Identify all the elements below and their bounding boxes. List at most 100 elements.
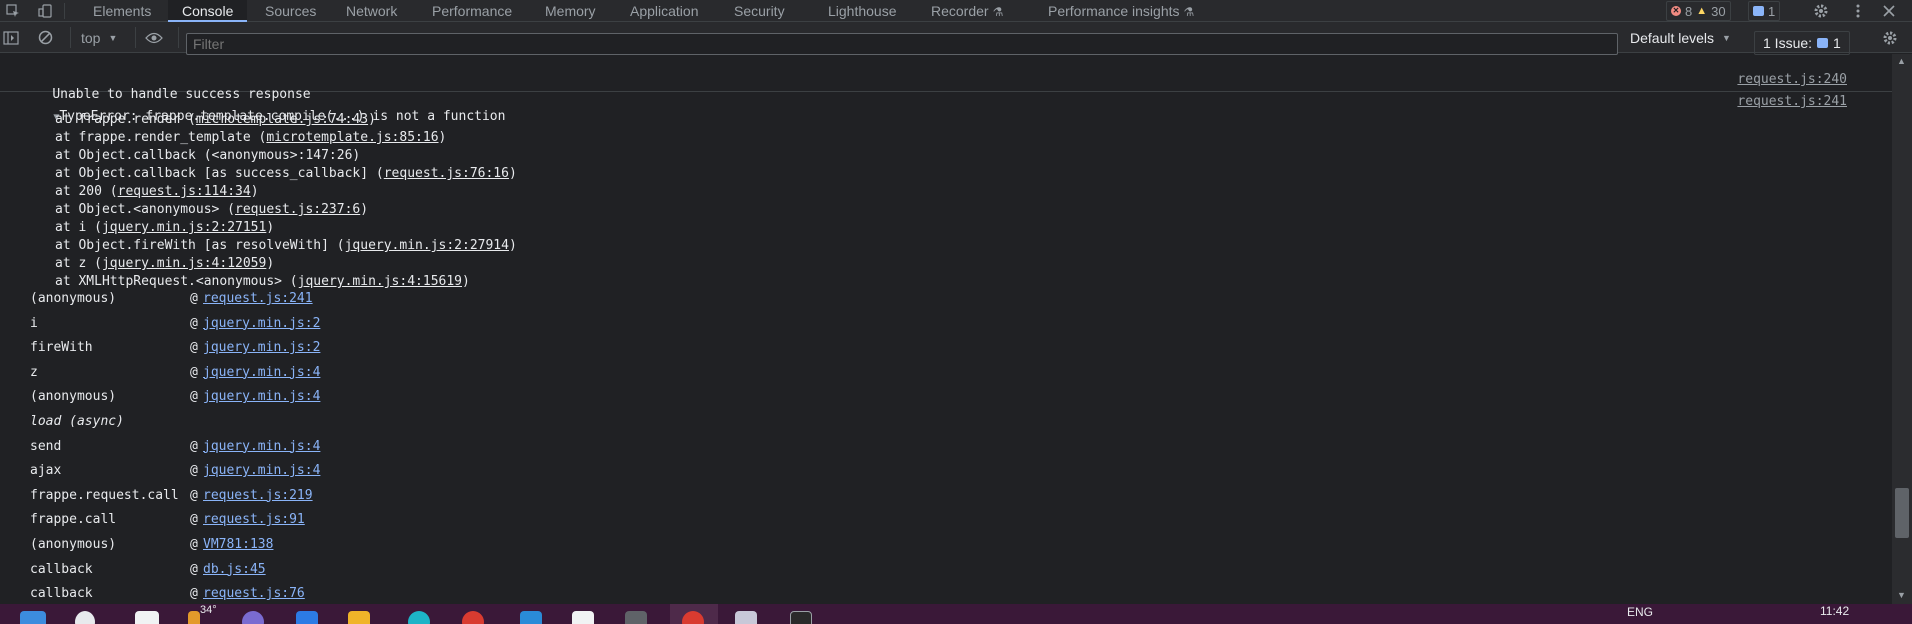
console-counts-button[interactable]: ✕ 8 ▲ 30 (1666, 1, 1731, 21)
stack-source-link[interactable]: request.js:91 (203, 512, 305, 527)
warning-count: 30 (1711, 3, 1726, 19)
more-options-icon[interactable] (1847, 0, 1869, 22)
tab-application[interactable]: Application (630, 0, 699, 22)
log-levels-dropdown[interactable]: Default levels ▼ (1630, 22, 1731, 53)
stack-at-symbol: @ (190, 389, 198, 405)
trace-source-link[interactable]: jquery.min.js:4:15619 (298, 274, 462, 289)
issues-count: 1 (1833, 35, 1841, 51)
trace-line: at 200 (request.js:114:34) (55, 184, 259, 199)
app-icon[interactable] (408, 611, 430, 624)
scroll-down-icon[interactable]: ▼ (1897, 590, 1906, 600)
tab-security[interactable]: Security (734, 0, 785, 22)
trace-line: at Object.fireWith [as resolveWith] (jqu… (55, 238, 517, 253)
task-view-icon[interactable] (135, 611, 159, 624)
trace-text: at frappe.render_template ( (55, 130, 267, 145)
tab-network[interactable]: Network (346, 0, 397, 22)
tab-sources[interactable]: Sources (265, 0, 316, 22)
settings-gear-icon[interactable] (1810, 0, 1832, 22)
stack-source-link[interactable]: jquery.min.js:4 (203, 463, 320, 478)
stack-function-name: (anonymous) (30, 389, 117, 405)
clear-console-icon[interactable] (38, 22, 53, 53)
trace-source-link[interactable]: jquery.min.js:4:12059 (102, 256, 266, 271)
trace-text: ) (266, 256, 275, 271)
app-icon[interactable] (296, 611, 318, 624)
trace-source-link[interactable]: request.js:76:16 (384, 166, 509, 181)
trace-source-link[interactable]: request.js:237:6 (235, 202, 360, 217)
stack-source-link[interactable]: jquery.min.js:4 (203, 365, 320, 380)
context-selector[interactable]: top ▼ (81, 22, 117, 53)
stack-source-link[interactable]: jquery.min.js:2 (203, 340, 320, 355)
stack-source-link[interactable]: request.js:76 (203, 586, 305, 601)
trace-source-link[interactable]: jquery.min.js:2:27151 (102, 220, 266, 235)
filter-input[interactable] (186, 33, 1618, 55)
issues-counter-button[interactable]: 1 (1748, 1, 1781, 21)
message-source-link[interactable]: request.js:240 (1737, 72, 1847, 87)
console-scrollbar[interactable]: ▲ ▼ (1892, 54, 1912, 604)
trace-line: at frappe.render (microtemplate.js:74:43… (55, 112, 376, 127)
app-icon[interactable] (625, 611, 647, 624)
input-language[interactable]: ENG (1627, 605, 1653, 619)
trace-source-link[interactable]: jquery.min.js:2:27914 (345, 238, 509, 253)
trace-source-link[interactable]: request.js:114:34 (118, 184, 251, 199)
sidebar-toggle-icon[interactable] (3, 22, 19, 53)
tab-lighthouse[interactable]: Lighthouse (828, 0, 897, 22)
issue-icon (1817, 38, 1829, 48)
live-expression-eye-icon[interactable] (145, 22, 163, 53)
stack-source-link[interactable]: jquery.min.js:4 (203, 389, 320, 404)
stack-at-symbol: @ (190, 340, 198, 356)
trace-text: at 200 ( (55, 184, 118, 199)
issues-button[interactable]: 1 Issue: 1 (1754, 31, 1850, 55)
error-source-link[interactable]: request.js:241 (1737, 94, 1847, 109)
device-toolbar-icon[interactable] (34, 0, 56, 22)
tab-performance[interactable]: Performance (432, 0, 512, 22)
close-devtools-icon[interactable] (1878, 0, 1900, 22)
stack-function-name: ajax (30, 463, 62, 479)
inspect-element-icon[interactable] (2, 0, 24, 22)
stack-at-symbol: @ (190, 586, 198, 602)
stack-source-link[interactable]: db.js:45 (203, 562, 266, 577)
tab-console[interactable]: Console (168, 0, 248, 22)
stack-function-name: (anonymous) (30, 537, 117, 552)
stack-at-symbol: @ (190, 512, 198, 528)
toolbar-divider (178, 27, 179, 48)
console-settings-gear-icon[interactable] (1882, 22, 1898, 53)
folder-icon[interactable] (348, 611, 370, 624)
app-icon[interactable] (242, 611, 264, 624)
app-icon[interactable] (572, 611, 594, 624)
trace-source-link[interactable]: microtemplate.js:85:16 (266, 130, 438, 145)
trace-text: at i ( (55, 220, 102, 235)
issues-label: 1 Issue: (1763, 35, 1813, 51)
trace-text: ) (462, 274, 470, 289)
stack-source-link[interactable]: jquery.min.js:4 (203, 439, 320, 454)
stack-function-name: send (30, 438, 62, 454)
app-icon[interactable] (462, 611, 484, 624)
flask-icon: ⚗ (1183, 5, 1195, 19)
windows-start-icon[interactable] (20, 611, 46, 624)
app-icon[interactable] (520, 611, 542, 624)
tab-memory[interactable]: Memory (545, 0, 596, 22)
console-messages: Unable to handle success response reques… (0, 54, 1892, 604)
toolbar-divider (70, 27, 71, 48)
terminal-icon[interactable] (790, 611, 812, 624)
stack-at-symbol: @ (190, 315, 198, 331)
tab-performance-insights[interactable]: Performance insights ⚗ (1048, 0, 1194, 22)
tab-performance-insights-label: Performance insights (1048, 3, 1180, 19)
tab-recorder[interactable]: Recorder ⚗ (931, 0, 1003, 22)
search-icon[interactable] (75, 611, 95, 624)
stack-source-link[interactable]: request.js:219 (203, 488, 313, 503)
app-icon[interactable] (735, 611, 757, 624)
trace-source-link[interactable]: microtemplate.js:74:43 (196, 112, 368, 127)
console-message-log: Unable to handle success response (0, 72, 1892, 102)
clock-time[interactable]: 11:42 (1820, 604, 1849, 618)
os-taskbar: 34° ENG 11:42 (0, 604, 1912, 624)
stack-at-symbol: @ (190, 291, 198, 306)
tab-elements[interactable]: Elements (93, 0, 151, 22)
scrollbar-thumb[interactable] (1895, 488, 1909, 538)
stack-source-link[interactable]: request.js:241 (203, 291, 313, 306)
stack-source-link[interactable]: jquery.min.js:2 (203, 316, 320, 331)
trace-text: at frappe.render ( (55, 112, 196, 127)
trace-line: at Object.callback [as success_callback]… (55, 166, 517, 181)
scroll-up-icon[interactable]: ▲ (1897, 56, 1906, 66)
trace-text: ) (508, 166, 517, 181)
stack-source-link[interactable]: VM781:138 (203, 537, 273, 552)
